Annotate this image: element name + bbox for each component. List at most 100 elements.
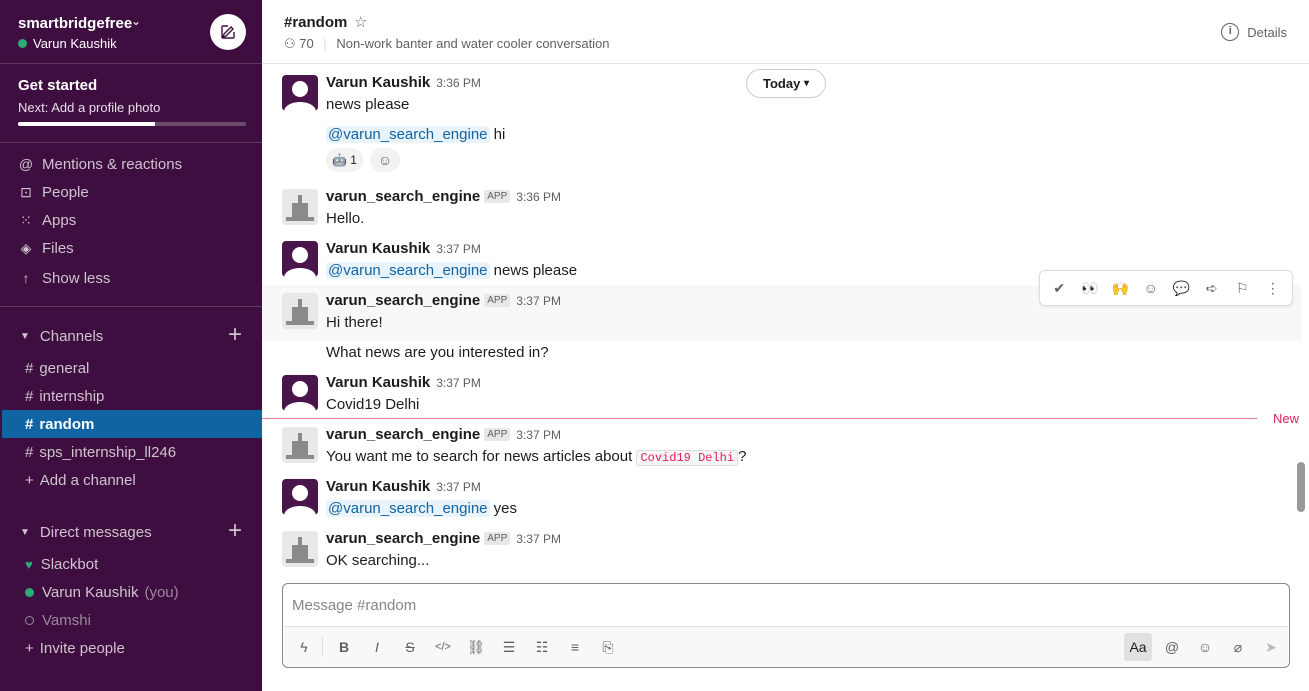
caret-down-icon[interactable]: ▼ [20,331,30,342]
message-time[interactable]: 3:37 PM [436,480,481,494]
add-channel-plus-icon[interactable]: + [228,322,242,348]
message-sender[interactable]: varun_search_engine APP 3:37 PM [326,426,561,443]
member-count[interactable]: 70 [299,36,313,51]
bold-icon[interactable]: B [330,633,358,661]
add-dm-plus-icon[interactable]: + [228,518,242,544]
details-button[interactable]: i Details [1221,23,1287,41]
code-block-icon[interactable]: ⎘ [594,633,622,661]
sidebar-item-internship[interactable]: # internship [0,382,262,410]
avatar[interactable] [282,75,318,111]
message-text: Hello. [326,210,365,227]
formatting-toggle-button[interactable]: Aa [1124,633,1152,661]
sender-name[interactable]: Varun Kaushik [326,478,430,495]
scrollbar-thumb[interactable] [1297,462,1305,512]
message-time[interactable]: 3:37 PM [516,294,561,308]
star-icon[interactable]: ☆ [354,13,367,31]
bookmark-icon[interactable]: ⚐ [1228,274,1256,302]
add-reaction-icon[interactable]: ☺ [1137,274,1165,302]
sidebar-item-sps-internship[interactable]: # sps_internship_ll246 [0,438,262,466]
channel-name: general [39,359,90,377]
bot-avatar[interactable] [282,531,318,567]
eyes-emoji-icon[interactable]: 👀 [1076,274,1104,302]
share-arrow-icon[interactable]: ➪ [1198,274,1226,302]
code-icon[interactable]: </> [429,633,457,661]
sender-name[interactable]: Varun Kaushik [326,240,430,257]
link-icon[interactable]: ⛓ [462,633,490,661]
sidebar-item-random[interactable]: # random [2,410,262,438]
caret-down-icon[interactable]: ▼ [20,527,30,538]
message-sender[interactable]: varun_search_engine APP 3:36 PM [326,188,561,205]
more-actions-icon[interactable]: ⋮ [1259,274,1287,302]
sidebar-item-slackbot[interactable]: ♥ Slackbot [0,550,262,578]
date-jump-button[interactable]: Today ▾ [746,69,826,98]
message-time[interactable]: 3:37 PM [516,428,561,442]
get-started-panel[interactable]: Get started Next: Add a profile photo [0,64,262,143]
nav-label: Show less [42,269,111,287]
italic-icon[interactable]: I [363,633,391,661]
sidebar-item-varun[interactable]: Varun Kaushik (you) [0,578,262,606]
info-icon: i [1221,23,1240,41]
send-icon[interactable]: ➤ [1257,633,1285,661]
sender-name[interactable]: varun_search_engine [326,426,480,443]
nav-apps[interactable]: ⁙ Apps [0,206,262,234]
add-channel-button[interactable]: + Add a channel [0,466,262,494]
ordered-list-icon[interactable]: ☰ [495,633,523,661]
message-suffix: ? [738,448,747,465]
invite-people-button[interactable]: + Invite people [0,634,262,662]
dm-section-header[interactable]: ▼ Direct messages + [0,518,262,546]
sender-name[interactable]: Varun Kaushik [326,374,430,391]
bulleted-list-icon[interactable]: ☷ [528,633,556,661]
sidebar-item-vamshi[interactable]: Vamshi [0,606,262,634]
user-mention[interactable]: @varun_search_engine [326,500,490,517]
reaction-pill[interactable]: 🤖 1 [326,148,363,172]
message-time[interactable]: 3:37 PM [436,242,481,256]
nav-mentions[interactable]: @ Mentions & reactions [0,150,262,178]
message-text: Hi there! [326,314,383,331]
blockquote-icon[interactable]: ≡ [561,633,589,661]
message-sender[interactable]: Varun Kaushik 3:37 PM [326,478,481,495]
workspace-name[interactable]: smartbridgefree [18,15,132,32]
sender-name[interactable]: Varun Kaushik [326,74,430,91]
avatar[interactable] [282,479,318,515]
sender-name[interactable]: varun_search_engine [326,292,480,309]
sidebar-item-general[interactable]: # general [0,354,262,382]
avatar[interactable] [282,375,318,411]
mention-at-icon[interactable]: @ [1158,633,1186,661]
message-sender[interactable]: varun_search_engine APP 3:37 PM [326,292,561,309]
message-time[interactable]: 3:36 PM [436,76,481,90]
sender-name[interactable]: varun_search_engine [326,530,480,547]
message-time[interactable]: 3:37 PM [436,376,481,390]
chevron-down-icon[interactable]: ⌄ [131,14,141,28]
message-input[interactable] [292,594,1272,616]
message-sender[interactable]: Varun Kaushik 3:37 PM [326,240,481,257]
members-icon[interactable]: ⚇ [284,36,296,51]
message-sender[interactable]: Varun Kaushik 3:37 PM [326,374,481,391]
user-mention[interactable]: @varun_search_engine [326,126,490,143]
message-sender[interactable]: varun_search_engine APP 3:37 PM [326,530,561,547]
nav-show-less[interactable]: ↑ Show less [0,264,262,292]
channel-topic[interactable]: Non-work banter and water cooler convers… [336,36,609,51]
bot-avatar[interactable] [282,189,318,225]
nav-people[interactable]: ⊡ People [0,178,262,206]
bot-avatar[interactable] [282,293,318,329]
avatar[interactable] [282,241,318,277]
user-mention[interactable]: @varun_search_engine [326,262,490,279]
add-reaction-button[interactable]: ☺ [370,148,400,172]
reply-thread-icon[interactable]: 💬 [1167,274,1195,302]
sender-name[interactable]: varun_search_engine [326,188,480,205]
compose-button[interactable] [210,14,246,50]
attachment-icon[interactable]: ⌀ [1224,633,1252,661]
emoji-icon[interactable]: ☺ [1191,633,1219,661]
bot-avatar[interactable] [282,427,318,463]
workspace-header[interactable]: smartbridgefree ⌄ Varun Kaushik [0,0,262,64]
channel-title[interactable]: #random [284,14,347,31]
shortcuts-lightning-icon[interactable]: ϟ [290,633,318,661]
checkmark-emoji-icon[interactable]: ✔ [1045,274,1073,302]
channels-section-header[interactable]: ▼ Channels + [0,322,262,350]
message-time[interactable]: 3:36 PM [516,190,561,204]
message-time[interactable]: 3:37 PM [516,532,561,546]
strikethrough-icon[interactable]: S [396,633,424,661]
raised-hands-emoji-icon[interactable]: 🙌 [1106,274,1134,302]
message-sender[interactable]: Varun Kaushik 3:36 PM [326,74,481,91]
nav-files[interactable]: ◈ Files [0,234,262,262]
